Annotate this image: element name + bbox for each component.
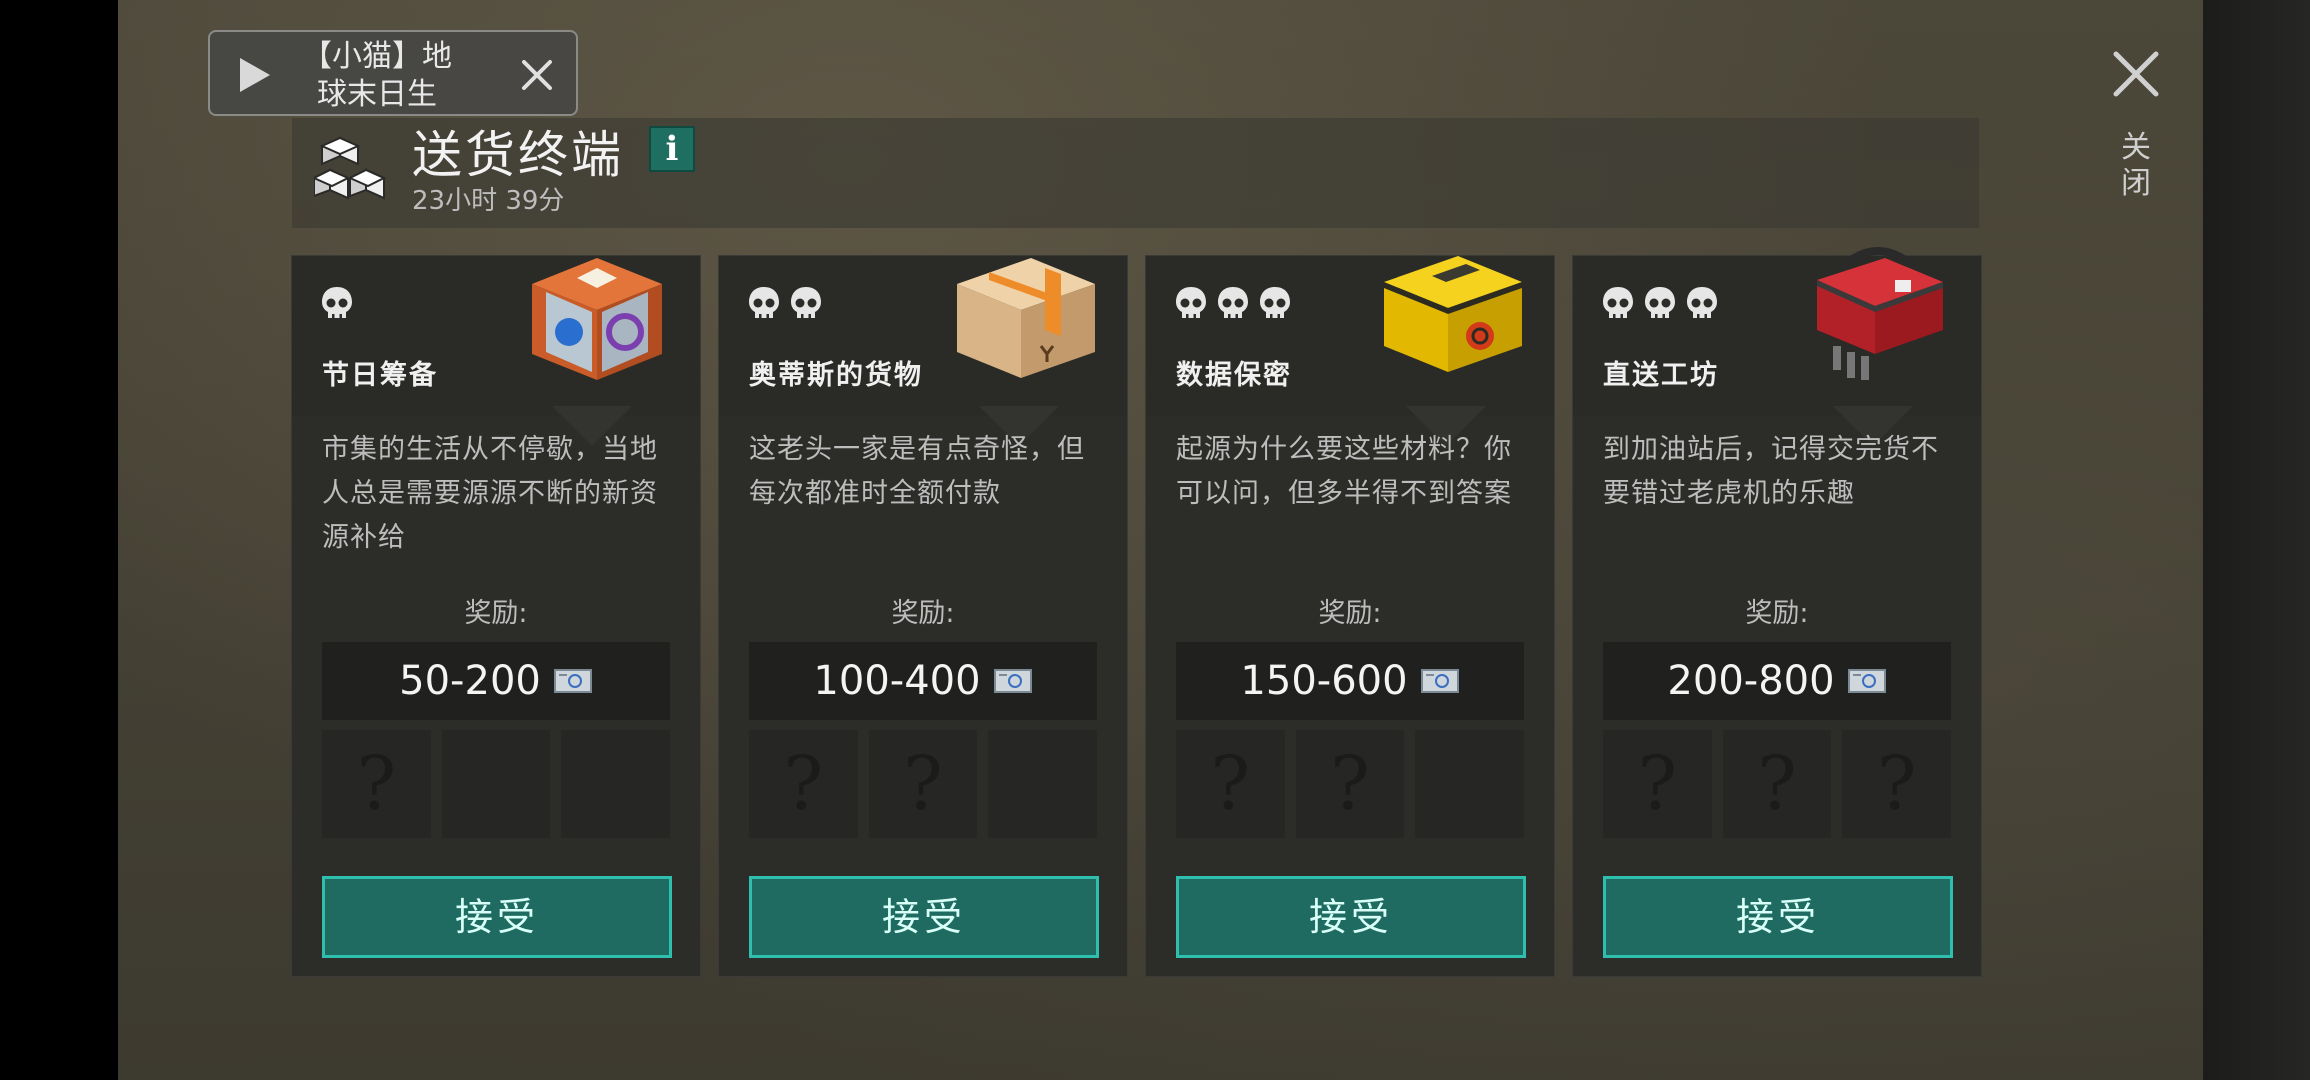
countdown-timer: 23小时 39分 [412, 186, 565, 216]
delivery-card: 数据保密 起源为什么要这些材料？你可以问，但多半得不到答案 奖励: 150-60… [1146, 256, 1554, 976]
page-header: 送货终端 i 23小时 39分 [292, 118, 1979, 228]
unknown-reward-slot: ? [1176, 730, 1285, 838]
unknown-reward-slot: ? [868, 730, 978, 838]
reward-slots: ? [322, 730, 671, 838]
delivery-card: 直送工坊 到加油站后，记得交完货不要错过老虎机的乐趣 奖励: 200-800 ?… [1573, 247, 1981, 976]
right-edge-strip [2203, 0, 2310, 1080]
reward-slots: ?? [1176, 730, 1525, 838]
skull-icon [318, 284, 356, 324]
accept-button[interactable]: 接受 [1603, 876, 1953, 958]
skull-icon [1641, 284, 1679, 324]
skull-icon [1683, 284, 1721, 324]
reward-slots: ??? [1603, 730, 1952, 838]
floating-media-widget[interactable]: 【小猫】地球末日生 [208, 30, 578, 116]
reward-label: 奖励: [1318, 598, 1382, 629]
unknown-reward-slot: ? [749, 730, 858, 838]
mission-name: 直送工坊 [1603, 360, 1719, 391]
festival-crate-icon [532, 258, 662, 380]
toolbox-icon [1817, 247, 1943, 380]
difficulty-skulls [1599, 284, 1721, 324]
biohazard-case-icon [1384, 256, 1522, 372]
accept-button[interactable]: 接受 [322, 876, 672, 958]
skull-icon [787, 284, 825, 324]
reward-label: 奖励: [1745, 598, 1809, 629]
accept-button[interactable]: 接受 [1176, 876, 1526, 958]
delivery-card: 节日筹备 市集的生活从不停歇，当地人总是需要源源不断的新资源补给 奖励: 50-… [292, 256, 700, 976]
mission-name: 奥蒂斯的货物 [749, 360, 923, 391]
boxes-icon [314, 136, 387, 200]
empty-reward-slot [441, 730, 551, 838]
close-icon[interactable] [2112, 50, 2160, 98]
unknown-reward-slot: ? [1603, 730, 1712, 838]
mission-description: 这老头一家是有点奇怪，但每次都准时全额付款 [749, 434, 1085, 509]
reward-box: 50-200 [322, 642, 670, 720]
info-button[interactable]: i [649, 126, 695, 172]
mission-name: 数据保密 [1176, 360, 1292, 391]
skull-icon [745, 284, 783, 324]
mission-description: 市集的生活从不停歇，当地人总是需要源源不断的新资源补给 [322, 434, 658, 553]
unknown-reward-slot: ? [322, 730, 431, 838]
accept-button[interactable]: 接受 [749, 876, 1099, 958]
skull-icon [1599, 284, 1637, 324]
skull-icon [1172, 284, 1210, 324]
cardboard-box-icon [957, 258, 1095, 378]
reward-slots: ?? [749, 730, 1098, 838]
close-label[interactable]: 关闭 [2118, 130, 2154, 202]
reward-value: 200-800 [1667, 658, 1835, 704]
skull-icon [1256, 284, 1294, 324]
reward-label: 奖励: [891, 598, 955, 629]
page-title: 送货终端 [412, 126, 624, 184]
unknown-reward-slot: ? [1722, 730, 1832, 838]
close-icon[interactable] [520, 58, 554, 92]
delivery-card: 奥蒂斯的货物 这老头一家是有点奇怪，但每次都准时全额付款 奖励: 100-400… [719, 256, 1127, 976]
reward-value: 150-600 [1240, 658, 1408, 704]
reward-value: 100-400 [813, 658, 981, 704]
empty-reward-slot [988, 730, 1098, 838]
mission-description: 起源为什么要这些材料？你可以问，但多半得不到答案 [1176, 434, 1512, 509]
difficulty-skulls [745, 284, 825, 324]
empty-reward-slot [1415, 730, 1525, 838]
unknown-reward-slot: ? [1295, 730, 1405, 838]
difficulty-skulls [1172, 284, 1294, 324]
reward-box: 200-800 [1603, 642, 1951, 720]
ticket-icon [1420, 669, 1459, 693]
empty-reward-slot [561, 730, 671, 838]
mission-description: 到加油站后，记得交完货不要错过老虎机的乐趣 [1603, 434, 1939, 509]
reward-value: 50-200 [399, 658, 541, 704]
play-icon[interactable] [238, 56, 272, 94]
reward-label: 奖励: [464, 598, 528, 629]
ticket-icon [553, 669, 592, 693]
reward-box: 150-600 [1176, 642, 1524, 720]
ticket-icon [993, 669, 1032, 693]
unknown-reward-slot: ? [1842, 730, 1952, 838]
skull-icon [1214, 284, 1252, 324]
difficulty-skulls [318, 284, 356, 324]
ticket-icon [1847, 669, 1886, 693]
mission-name: 节日筹备 [322, 360, 438, 391]
reward-box: 100-400 [749, 642, 1097, 720]
floating-widget-title: 【小猫】地球末日生 [302, 39, 452, 112]
